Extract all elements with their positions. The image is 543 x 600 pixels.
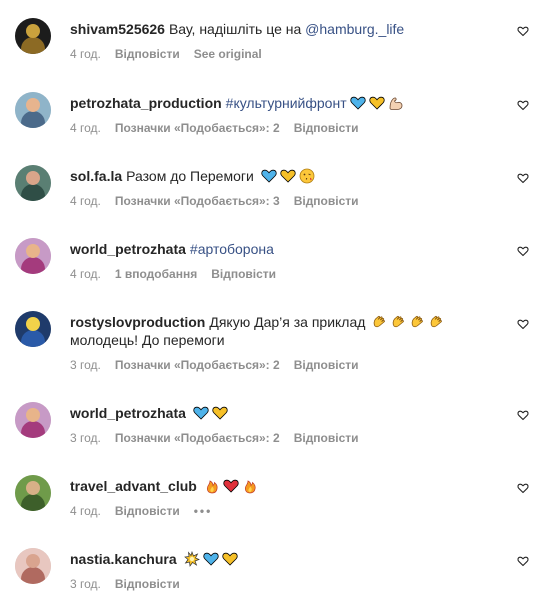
comment-text: world_petrozhata #артоборона — [70, 240, 500, 258]
username-link[interactable]: rostyslovproduction — [70, 314, 205, 330]
reply-button[interactable]: Відповісти — [211, 267, 276, 281]
comment-list: shivam525626 Вау, надішліть це на @hambur… — [0, 0, 543, 600]
username-link[interactable]: world_petrozhata — [70, 405, 186, 421]
comment-item: petrozhata_production #культурнийфронт 4 г… — [0, 92, 543, 164]
likes-count-link[interactable]: Позначки «Подобається»: 2 — [115, 358, 280, 372]
comment-item: nastia.kanchura 3 год. Відповісти — [0, 548, 543, 600]
avatar[interactable] — [15, 18, 51, 54]
collision-emoji-icon — [181, 551, 200, 567]
like-heart-icon[interactable] — [517, 554, 529, 567]
comment-meta: 3 год. Позначки «Подобається»: 2 Відповіст… — [70, 357, 373, 373]
flexed-biceps-emoji-icon — [385, 95, 404, 111]
hashtag-link[interactable]: #культурнийфронт — [226, 95, 347, 111]
comment-text: travel_advant_club — [70, 477, 500, 495]
avatar[interactable] — [15, 238, 51, 274]
blue-heart-emoji-icon — [347, 95, 366, 111]
avatar[interactable] — [15, 402, 51, 438]
comment-item: shivam525626 Вау, надішліть це на @hambur… — [0, 18, 543, 90]
reply-button[interactable]: Відповісти — [115, 504, 180, 518]
fire-emoji-icon — [201, 478, 220, 494]
timestamp[interactable]: 4 год. — [70, 504, 101, 518]
timestamp[interactable]: 3 год. — [70, 577, 101, 591]
comment-text: rostyslovproduction Дякую Дар’я за прикла… — [70, 313, 500, 349]
clapping-hands-emoji-icon — [369, 314, 388, 330]
comment-text: nastia.kanchura — [70, 550, 500, 568]
username-link[interactable]: sol.fa.la — [70, 168, 122, 184]
likes-count-link[interactable]: 1 вподобання — [115, 267, 197, 281]
yellow-heart-emoji-icon — [219, 551, 238, 567]
username-link[interactable]: petrozhata_production — [70, 95, 222, 111]
avatar[interactable] — [15, 165, 51, 201]
comment-text: world_petrozhata — [70, 404, 500, 422]
comment-item: travel_advant_club 4 год. Відповісти ••• — [0, 475, 543, 547]
likes-count-link[interactable]: Позначки «Подобається»: 2 — [115, 431, 280, 445]
comment-body: Дякую Дар’я за приклад — [209, 314, 366, 330]
like-heart-icon[interactable] — [517, 408, 529, 421]
reply-button[interactable]: Відповісти — [294, 431, 359, 445]
clapping-hands-emoji-icon — [388, 314, 407, 330]
face-blowing-kiss-emoji-icon — [296, 168, 315, 184]
blue-heart-emoji-icon — [200, 551, 219, 567]
clapping-hands-emoji-icon — [407, 314, 426, 330]
timestamp[interactable]: 3 год. — [70, 358, 101, 372]
comment-item: world_petrozhata #артоборона 4 год. 1 вподо… — [0, 238, 543, 310]
reply-button[interactable]: Відповісти — [294, 358, 359, 372]
reply-button[interactable]: Відповісти — [115, 577, 180, 591]
like-heart-icon[interactable] — [517, 244, 529, 257]
reply-button[interactable]: Відповісти — [294, 194, 359, 208]
like-heart-icon[interactable] — [517, 171, 529, 184]
like-heart-icon[interactable] — [517, 317, 529, 330]
avatar[interactable] — [15, 475, 51, 511]
reply-button[interactable]: Відповісти — [115, 47, 180, 61]
username-link[interactable]: travel_advant_club — [70, 478, 197, 494]
likes-count-link[interactable]: Позначки «Подобається»: 3 — [115, 194, 280, 208]
blue-heart-emoji-icon — [190, 405, 209, 421]
username-link[interactable]: nastia.kanchura — [70, 551, 177, 567]
timestamp[interactable]: 4 год. — [70, 121, 101, 135]
comment-meta: 4 год. 1 вподобання Відповісти — [70, 266, 290, 282]
fire-emoji-icon — [239, 478, 258, 494]
reply-button[interactable]: Відповісти — [294, 121, 359, 135]
timestamp[interactable]: 4 год. — [70, 47, 101, 61]
likes-count-link[interactable]: Позначки «Подобається»: 2 — [115, 121, 280, 135]
red-heart-emoji-icon — [220, 478, 239, 494]
yellow-heart-emoji-icon — [209, 405, 228, 421]
like-heart-icon[interactable] — [517, 481, 529, 494]
mention-link[interactable]: @hamburg._life — [305, 21, 404, 37]
yellow-heart-emoji-icon — [277, 168, 296, 184]
username-link[interactable]: shivam525626 — [70, 21, 165, 37]
comment-meta: 4 год. Позначки «Подобається»: 3 Відповіст… — [70, 193, 373, 209]
comment-text: petrozhata_production #культурнийфронт — [70, 94, 500, 112]
comment-meta: 4 год. Відповісти See original — [70, 46, 276, 62]
more-options-icon[interactable]: ••• — [194, 504, 213, 518]
timestamp[interactable]: 4 год. — [70, 267, 101, 281]
yellow-heart-emoji-icon — [366, 95, 385, 111]
comment-body: Вау, надішліть це на — [168, 21, 302, 37]
like-heart-icon[interactable] — [517, 98, 529, 111]
hashtag-link[interactable]: #артоборона — [190, 241, 274, 257]
comment-item: world_petrozhata 3 год. Позначки «Подобаєт… — [0, 402, 543, 474]
comment-item: sol.fa.la Разом до Перемоги 4 год. Позначк… — [0, 165, 543, 237]
comment-meta: 3 год. Відповісти — [70, 576, 194, 592]
clapping-hands-emoji-icon — [426, 314, 445, 330]
comment-text: shivam525626 Вау, надішліть це на @hambur… — [70, 20, 500, 38]
comment-meta: 3 год. Позначки «Подобається»: 2 Відповіст… — [70, 430, 373, 446]
timestamp[interactable]: 3 год. — [70, 431, 101, 445]
comment-meta: 4 год. Відповісти ••• — [70, 503, 226, 519]
comment-text: sol.fa.la Разом до Перемоги — [70, 167, 500, 185]
comment-item: rostyslovproduction Дякую Дар’я за прикла… — [0, 311, 543, 383]
username-link[interactable]: world_petrozhata — [70, 241, 186, 257]
timestamp[interactable]: 4 год. — [70, 194, 101, 208]
blue-heart-emoji-icon — [258, 168, 277, 184]
avatar[interactable] — [15, 92, 51, 128]
comment-body: Разом до Перемоги — [126, 168, 254, 184]
see-original-button[interactable]: See original — [194, 47, 262, 61]
comment-body-continued: молодець! До перемоги — [70, 332, 225, 348]
like-heart-icon[interactable] — [517, 24, 529, 37]
comment-meta: 4 год. Позначки «Подобається»: 2 Відповіст… — [70, 120, 373, 136]
avatar[interactable] — [15, 548, 51, 584]
avatar[interactable] — [15, 311, 51, 347]
